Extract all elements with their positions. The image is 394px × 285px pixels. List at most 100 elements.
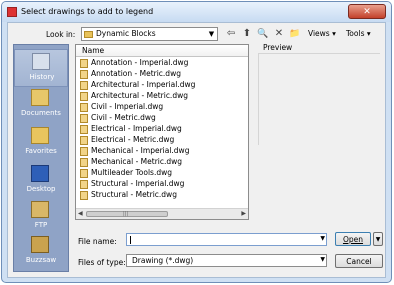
dwg-file-icon (80, 136, 88, 145)
file-row[interactable]: Mechanical - Imperial.dwg (80, 146, 245, 157)
file-row[interactable]: Electrical - Imperial.dwg (80, 124, 245, 135)
dwg-file-icon (80, 103, 88, 112)
views-label: Views (308, 29, 330, 38)
file-name-input[interactable]: ▼ (126, 233, 327, 246)
preview-area (258, 53, 380, 145)
file-name: Mechanical - Metric.dwg (91, 157, 183, 166)
up-folder-icon[interactable]: ⬆ (240, 27, 254, 41)
file-row[interactable]: Mechanical - Metric.dwg (80, 157, 245, 168)
file-name: Civil - Imperial.dwg (91, 102, 164, 111)
window-title: Select drawings to add to legend (21, 7, 154, 16)
dwg-file-icon (80, 180, 88, 189)
tools-menu[interactable]: Tools ▾ (346, 29, 371, 38)
scroll-left-icon[interactable]: ◀ (78, 210, 83, 217)
dwg-file-icon (80, 92, 88, 101)
file-name: Structural - Metric.dwg (91, 190, 177, 199)
chevron-down-icon[interactable]: ▼ (320, 235, 325, 242)
dwg-file-icon (80, 169, 88, 178)
file-row[interactable]: Architectural - Metric.dwg (80, 91, 245, 102)
lookin-label: Look in: (46, 30, 76, 39)
file-name: Electrical - Imperial.dwg (91, 124, 182, 133)
file-name: Architectural - Metric.dwg (91, 91, 188, 100)
place-label: Documents (21, 109, 61, 117)
scrollbar-thumb[interactable]: ||| (86, 211, 168, 217)
place-documents[interactable]: Documents (14, 86, 68, 124)
text-caret (130, 236, 131, 244)
file-row[interactable]: Structural - Imperial.dwg (80, 179, 245, 190)
preview-label: Preview (263, 43, 293, 52)
place-label: History (29, 73, 55, 81)
open-options-button[interactable]: ▼ (373, 232, 383, 246)
place-favorites[interactable]: Favorites (14, 124, 68, 162)
file-row[interactable]: Civil - Metric.dwg (80, 113, 245, 124)
file-row[interactable]: Annotation - Imperial.dwg (80, 58, 245, 69)
documents-icon (31, 89, 49, 106)
file-row[interactable]: Electrical - Metric.dwg (80, 135, 245, 146)
close-button[interactable]: ✕ (348, 4, 386, 19)
file-type-label: Files of type: (78, 258, 126, 267)
place-desktop[interactable]: Desktop (14, 162, 68, 200)
cancel-button[interactable]: Cancel (335, 254, 383, 268)
tools-label: Tools (346, 29, 365, 38)
dialog-window: Select drawings to add to legend ✕ Look … (1, 1, 392, 283)
file-name: Civil - Metric.dwg (91, 113, 156, 122)
scroll-right-icon[interactable]: ▶ (241, 210, 246, 217)
delete-icon[interactable]: ✕ (272, 27, 286, 41)
file-row[interactable]: Civil - Imperial.dwg (80, 102, 245, 113)
dialog-body: Look in: Dynamic Blocks ▼ ⇦ ⬆ 🔍 ✕ 📁 View… (7, 22, 386, 278)
file-name-label: File name: (78, 237, 117, 246)
dwg-file-icon (80, 81, 88, 90)
name-column-header[interactable]: Name (76, 45, 248, 57)
file-row[interactable]: Structural - Metric.dwg (80, 190, 245, 201)
back-icon[interactable]: ⇦ (224, 27, 238, 41)
file-row[interactable]: Multileader Tools.dwg (80, 168, 245, 179)
dwg-file-icon (80, 114, 88, 123)
dwg-file-icon (80, 147, 88, 156)
lookin-dropdown[interactable]: Dynamic Blocks ▼ (81, 27, 218, 41)
new-folder-icon[interactable]: 📁 (288, 27, 302, 41)
folder-icon (84, 31, 93, 38)
place-label: FTP (34, 221, 48, 229)
file-row[interactable]: Annotation - Metric.dwg (80, 69, 245, 80)
grip-icon: ||| (123, 211, 129, 217)
dwg-file-icon (80, 70, 88, 79)
file-name: Structural - Imperial.dwg (91, 179, 185, 188)
place-history[interactable]: History (14, 49, 68, 87)
history-icon (32, 53, 50, 70)
chevron-down-icon[interactable]: ▼ (207, 29, 216, 39)
file-row[interactable]: Architectural - Imperial.dwg (80, 80, 245, 91)
buzzsaw-icon (31, 236, 49, 253)
place-buzzsaw[interactable]: Buzzsaw (14, 233, 68, 271)
file-list[interactable]: Name Annotation - Imperial.dwg Annotatio… (75, 44, 249, 220)
dwg-file-icon (80, 125, 88, 134)
file-name: Annotation - Metric.dwg (91, 69, 181, 78)
dwg-file-icon (80, 158, 88, 167)
horizontal-scrollbar[interactable]: ◀ ||| ▶ (76, 208, 248, 219)
place-label: Desktop (26, 185, 56, 193)
file-name: Mechanical - Imperial.dwg (91, 146, 190, 155)
column-header-label: Name (82, 46, 105, 55)
desktop-icon (31, 165, 49, 182)
place-ftp[interactable]: FTP (14, 198, 68, 236)
file-type-value: Drawing (*.dwg) (132, 256, 194, 265)
open-label: Open (342, 235, 364, 244)
dwg-file-icon (80, 59, 88, 68)
file-type-dropdown[interactable]: Drawing (*.dwg) ▼ (126, 254, 327, 267)
chevron-down-icon[interactable]: ▼ (320, 256, 325, 263)
views-menu[interactable]: Views ▾ (308, 29, 336, 38)
ftp-icon (31, 201, 49, 218)
places-bar: History Documents Favorites Desktop FTP … (13, 44, 69, 272)
app-icon (7, 7, 17, 17)
favorites-icon (31, 127, 49, 144)
lookin-value: Dynamic Blocks (96, 29, 156, 38)
place-label: Buzzsaw (25, 256, 57, 264)
file-name: Architectural - Imperial.dwg (91, 80, 196, 89)
title-bar[interactable]: Select drawings to add to legend ✕ (2, 2, 391, 22)
file-name: Annotation - Imperial.dwg (91, 58, 189, 67)
file-name: Electrical - Metric.dwg (91, 135, 175, 144)
open-button[interactable]: Open (335, 232, 371, 246)
search-icon[interactable]: 🔍 (256, 27, 270, 41)
place-label: Favorites (25, 147, 57, 155)
file-name: Multileader Tools.dwg (91, 168, 172, 177)
dwg-file-icon (80, 191, 88, 200)
